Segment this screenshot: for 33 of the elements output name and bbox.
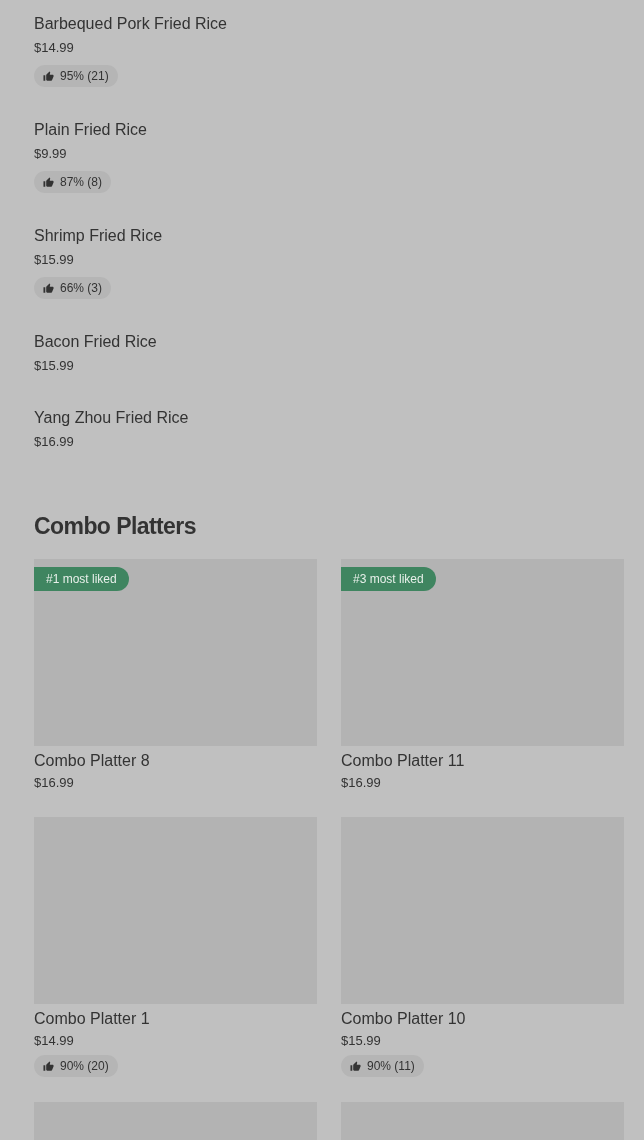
item-price: $15.99 — [34, 251, 74, 269]
item-name: Yang Zhou Fried Rice — [34, 408, 189, 428]
rating-badge: 90% (20) — [34, 1055, 118, 1077]
item-name: Combo Platter 11 — [341, 751, 465, 771]
thumbs-up-icon — [43, 176, 54, 188]
item-name: Combo Platter 8 — [34, 751, 150, 771]
thumbs-up-icon — [43, 70, 54, 82]
image-placeholder[interactable]: #1 most liked — [34, 559, 317, 746]
item-name: Barbequed Pork Fried Rice — [34, 14, 227, 34]
most-liked-badge: #3 most liked — [341, 567, 436, 591]
item-price: $14.99 — [34, 1032, 74, 1050]
item-price: $15.99 — [34, 357, 74, 375]
item-name: Combo Platter 1 — [34, 1009, 150, 1029]
rating-badge: 66% (3) — [34, 277, 112, 299]
item-name: Bacon Fried Rice — [34, 332, 157, 352]
item-price: $14.99 — [34, 39, 74, 57]
rating-badge: 95% (21) — [34, 65, 118, 87]
thumbs-up-icon — [350, 1060, 361, 1072]
section-title: Combo Platters — [34, 512, 197, 541]
item-price: $16.99 — [34, 433, 74, 451]
item-price: $9.99 — [34, 145, 67, 163]
rating-badge: 87% (8) — [34, 171, 112, 193]
rating-badge: 90% (11) — [341, 1055, 424, 1077]
item-name: Combo Platter 10 — [341, 1009, 466, 1029]
item-price: $16.99 — [34, 774, 74, 792]
thumbs-up-icon — [43, 282, 54, 294]
most-liked-badge: #1 most liked — [34, 567, 129, 591]
item-price: $15.99 — [341, 1032, 381, 1050]
item-price: $16.99 — [341, 774, 381, 792]
item-name: Plain Fried Rice — [34, 120, 147, 140]
image-placeholder[interactable]: #3 most liked — [341, 559, 624, 746]
thumbs-up-icon — [43, 1060, 54, 1072]
item-name: Shrimp Fried Rice — [34, 226, 163, 246]
